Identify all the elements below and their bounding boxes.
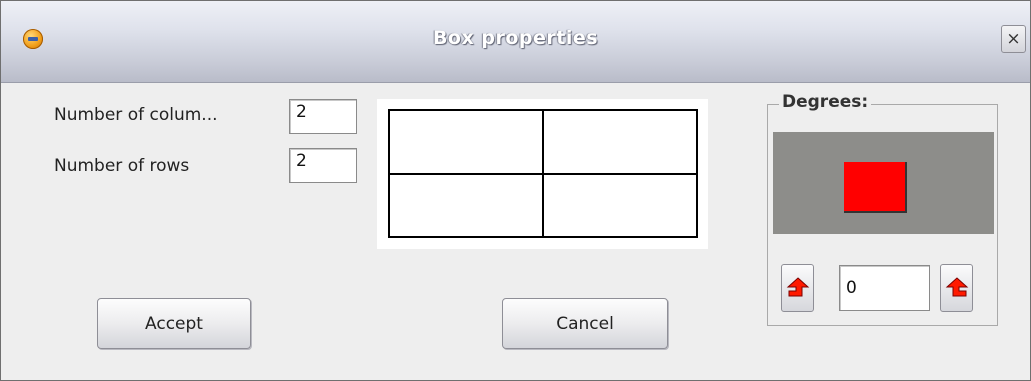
grid-row-divider — [390, 173, 696, 175]
columns-label: Number of colum... — [54, 105, 218, 125]
close-icon: × — [1006, 29, 1021, 49]
grid-outline — [388, 109, 698, 238]
rotate-left-arrow-icon — [786, 277, 809, 297]
rows-label: Number of rows — [54, 156, 190, 176]
cancel-button[interactable]: Cancel — [502, 298, 668, 349]
title-bar[interactable]: Box properties × — [1, 1, 1030, 83]
degrees-title: Degrees: — [779, 92, 872, 112]
rotate-left-button[interactable] — [781, 264, 814, 312]
rotate-right-arrow-icon — [945, 277, 968, 297]
rotation-preview — [773, 132, 994, 234]
rows-input[interactable]: 2 — [289, 148, 357, 183]
columns-input[interactable]: 2 — [289, 99, 357, 134]
rotation-square — [844, 162, 907, 213]
rotate-right-button[interactable] — [940, 264, 973, 312]
close-button[interactable]: × — [1001, 25, 1026, 53]
window-title: Box properties — [432, 27, 599, 49]
accept-button[interactable]: Accept — [97, 298, 251, 349]
box-grid-preview — [377, 99, 708, 249]
box-properties-dialog: Box properties × Number of colum... 2 Nu… — [0, 0, 1031, 381]
degrees-input[interactable]: 0 — [839, 265, 930, 311]
